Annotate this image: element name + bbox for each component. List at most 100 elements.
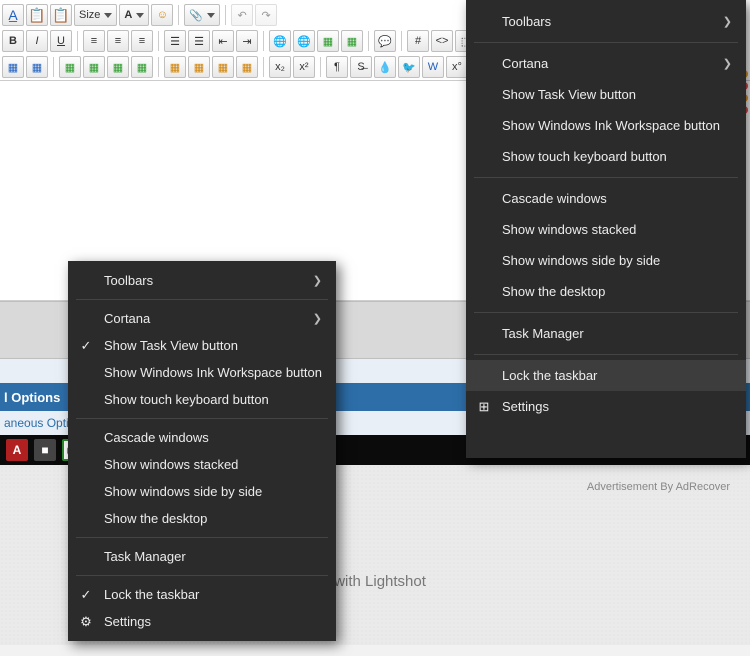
paste-icon[interactable]: 📋 [50,4,72,26]
menu-item-show-touch-keyboard-button[interactable]: Show touch keyboard button [68,386,336,413]
menu-item-settings[interactable]: ⊞Settings [466,391,746,422]
subscript-icon[interactable]: x₂ [269,56,291,78]
align-center-icon[interactable]: ≡ [107,30,129,52]
clear-icon[interactable]: x° [446,56,468,78]
align-right-icon[interactable]: ≡ [131,30,153,52]
menu-item-cascade-windows[interactable]: Cascade windows [466,183,746,214]
outdent-icon[interactable]: ⇤ [212,30,234,52]
paste-icon[interactable]: 📋 [26,4,48,26]
menu-item-show-windows-stacked[interactable]: Show windows stacked [466,214,746,245]
align-left-icon[interactable]: ≡ [83,30,105,52]
table-icon[interactable]: ▦ [212,56,234,78]
check-icon: ✓ [78,587,94,603]
menu-item-toolbars[interactable]: Toolbars❯ [466,6,746,37]
menu-item-show-windows-stacked[interactable]: Show windows stacked [68,451,336,478]
menu-item-task-manager[interactable]: Task Manager [466,318,746,349]
menu-item-show-windows-ink-workspace-button[interactable]: Show Windows Ink Workspace button [68,359,336,386]
table-icon[interactable]: ▦ [188,56,210,78]
options-label: l Options [4,390,60,405]
table-icon[interactable]: ▦ [164,56,186,78]
link-icon[interactable]: 🌐 [269,30,291,52]
bold-icon[interactable]: B [2,30,24,52]
emoji-icon[interactable]: ☺ [151,4,173,26]
redo-icon[interactable]: ↷ [255,4,277,26]
menu-separator [474,354,738,355]
menu-separator [76,418,328,419]
menu-item-cascade-windows[interactable]: Cascade windows [68,424,336,451]
menu-item-label: Show windows side by side [502,253,660,268]
menu-item-label: Cascade windows [104,430,209,445]
format-icon[interactable]: A̲ [2,4,24,26]
table-icon[interactable]: ▦ [2,56,24,78]
twitter-icon[interactable]: 🐦 [398,56,420,78]
menu-item-task-manager[interactable]: Task Manager [68,543,336,570]
undo-icon[interactable]: ↶ [231,4,253,26]
menu-item-show-the-desktop[interactable]: Show the desktop [466,276,746,307]
menu-item-label: Settings [502,399,549,414]
menu-item-lock-the-taskbar[interactable]: Lock the taskbar [466,360,746,391]
table-icon[interactable]: ▦ [59,56,81,78]
task-icon[interactable]: A [6,439,28,461]
table-icon[interactable]: ▦ [236,56,258,78]
chevron-right-icon: ❯ [273,274,322,287]
a-label: A [124,9,132,21]
attach-dropdown[interactable]: 📎 [184,4,220,26]
menu-item-settings[interactable]: ⚙Settings [68,608,336,635]
menu-item-label: Settings [104,614,151,629]
drop-icon[interactable]: 💧 [374,56,396,78]
font-dropdown[interactable]: A [119,4,149,26]
superscript-icon[interactable]: x² [293,56,315,78]
italic-icon[interactable]: I [26,30,48,52]
menu-item-lock-the-taskbar[interactable]: ✓ Lock the taskbar [68,581,336,608]
menu-item-show-task-view-button[interactable]: ✓Show Task View button [68,332,336,359]
menu-item-label: Show touch keyboard button [502,149,667,164]
table-icon[interactable]: ▦ [107,56,129,78]
code-icon[interactable]: <> [431,30,453,52]
menu-item-cortana[interactable]: Cortana❯ [68,305,336,332]
menu-item-label: Lock the taskbar [502,368,597,383]
menu-item-label: Lock the taskbar [104,587,199,602]
comment-icon[interactable]: 💬 [374,30,396,52]
underline-icon[interactable]: U [50,30,72,52]
table-icon[interactable]: ▦ [26,56,48,78]
menu-item-label: Show windows stacked [104,457,238,472]
size-dropdown[interactable]: Size [74,4,117,26]
menu-separator [474,42,738,43]
chevron-right-icon: ❯ [683,57,732,70]
clip-icon: 📎 [189,9,203,22]
list-ol-icon[interactable]: ☰ [164,30,186,52]
hash-icon[interactable]: # [407,30,429,52]
word-icon[interactable]: W [422,56,444,78]
menu-item-label: Show Windows Ink Workspace button [104,365,322,380]
menu-separator [474,177,738,178]
media-icon[interactable]: ▦ [341,30,363,52]
menu-item-label: Toolbars [104,273,153,288]
menu-item-cortana[interactable]: Cortana❯ [466,48,746,79]
menu-item-show-task-view-button[interactable]: Show Task View button [466,79,746,110]
menu-item-toolbars[interactable]: Toolbars ❯ [68,267,336,294]
unlink-icon[interactable]: 🌐 [293,30,315,52]
menu-item-show-windows-side-by-side[interactable]: Show windows side by side [466,245,746,276]
paragraph-icon[interactable]: ¶ [326,56,348,78]
chevron-right-icon: ❯ [683,15,732,28]
menu-item-label: Cortana [104,311,150,326]
table-icon[interactable]: ▦ [131,56,153,78]
table-icon[interactable]: ▦ [83,56,105,78]
menu-item-show-the-desktop[interactable]: Show the desktop [68,505,336,532]
menu-item-show-windows-ink-workspace-button[interactable]: Show Windows Ink Workspace button [466,110,746,141]
caret-down-icon [104,13,112,18]
indent-icon[interactable]: ⇥ [236,30,258,52]
list-ul-icon[interactable]: ☰ [188,30,210,52]
menu-item-show-touch-keyboard-button[interactable]: Show touch keyboard button [466,141,746,172]
suboptions-label: aneous Optio [4,416,75,430]
taskbar-context-menu-a: Toolbars ❯ Cortana❯✓Show Task View button S… [68,261,336,641]
menu-separator [474,312,738,313]
menu-item-label: Show windows stacked [502,222,636,237]
taskbar-context-menu-b: Toolbars❯ Cortana❯ Show Task View button Sh… [466,0,746,458]
caret-down-icon [136,13,144,18]
task-icon[interactable]: ■ [34,439,56,461]
image-icon[interactable]: ▦ [317,30,339,52]
menu-item-label: Show Task View button [502,87,636,102]
menu-item-show-windows-side-by-side[interactable]: Show windows side by side [68,478,336,505]
strike-icon[interactable]: S̶ [350,56,372,78]
